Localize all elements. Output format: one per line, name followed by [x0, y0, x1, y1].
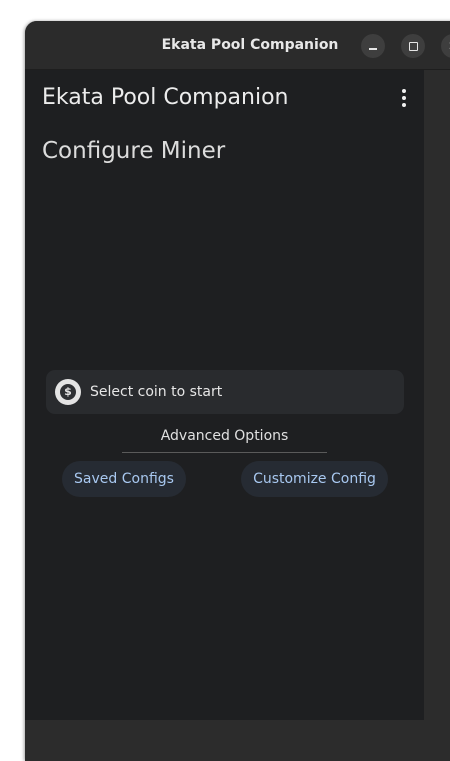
more-vert-icon[interactable] — [395, 86, 413, 110]
menu-dot — [402, 96, 406, 100]
app-bar-title: Ekata Pool Companion — [42, 85, 289, 110]
bottom-panel — [25, 720, 450, 761]
minimize-button[interactable] — [361, 34, 385, 58]
menu-dot — [402, 89, 406, 93]
app-content: Ekata Pool Companion Configure Miner $ S… — [25, 70, 424, 720]
minimize-icon — [369, 48, 377, 50]
page-title: Configure Miner — [42, 138, 226, 164]
coin-select-dropdown[interactable]: $ Select coin to start — [46, 370, 404, 414]
window-title: Ekata Pool Companion — [161, 37, 339, 53]
maximize-icon — [408, 41, 418, 51]
maximize-button[interactable] — [401, 34, 425, 58]
dollar-coin-icon: $ — [55, 379, 81, 405]
coin-select-label: Select coin to start — [90, 384, 223, 400]
window-titlebar[interactable]: Ekata Pool Companion ✕ — [25, 21, 450, 70]
advanced-options-toggle[interactable]: Advanced Options — [122, 425, 327, 453]
app-window: Ekata Pool Companion ✕ Ekata Pool Compan… — [25, 21, 450, 761]
saved-configs-button[interactable]: Saved Configs — [62, 461, 186, 497]
customize-config-button[interactable]: Customize Config — [241, 461, 388, 497]
menu-dot — [402, 103, 406, 107]
side-panel — [424, 70, 450, 720]
dollar-sign-glyph: $ — [60, 384, 76, 400]
